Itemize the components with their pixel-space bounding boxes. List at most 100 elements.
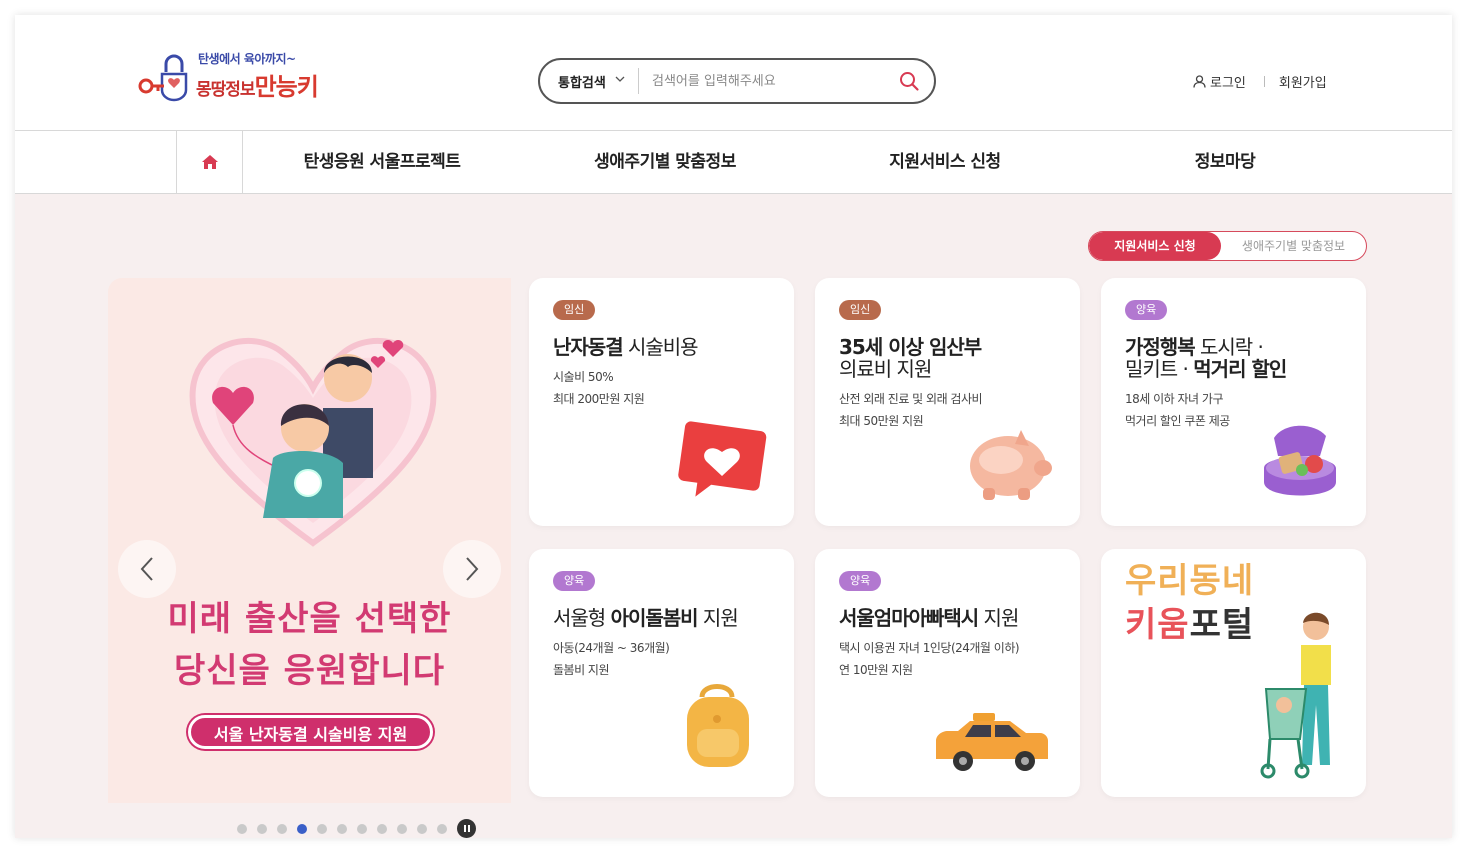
- logo-title: 몽땅정보만능키: [196, 67, 319, 102]
- card-title: 35세 이상 임산부 의료비 지원: [839, 336, 1069, 380]
- pagination-dot[interactable]: [317, 823, 327, 834]
- util-divider: [1263, 76, 1265, 87]
- site-header: 탄생에서 육아까지~ 몽땅정보만능키 통합검색 로그인 회원가입: [15, 15, 1452, 130]
- banner-next-button[interactable]: [443, 540, 501, 598]
- card-title: 서울형 아이돌봄비 지원: [553, 607, 783, 629]
- service-card-maternity-medical[interactable]: 임신 35세 이상 임산부 의료비 지원 산전 외래 진료 및 외래 검사비 최대…: [815, 278, 1080, 526]
- pause-bar: [467, 825, 470, 832]
- site-logo[interactable]: 탄생에서 육아까지~ 몽땅정보만능키: [138, 50, 338, 105]
- heart-speech-bubble-icon: [678, 421, 767, 497]
- nav-item-lifecycle-info[interactable]: 생애주기별 맞춤정보: [565, 131, 765, 193]
- user-utility-links: 로그인 회원가입: [1193, 72, 1327, 91]
- main-nav: 탄생응원 서울프로젝트 생애주기별 맞춤정보 지원서비스 신청 정보마당: [15, 130, 1452, 194]
- service-card-childcare[interactable]: 양육 서울형 아이돌봄비 지원 아동(24개월 ~ 36개월) 돌봄비 지원: [529, 549, 794, 797]
- pagination-dot[interactable]: [417, 823, 427, 834]
- page-frame: 탄생에서 육아까지~ 몽땅정보만능키 통합검색 로그인 회원가입: [15, 15, 1452, 838]
- family-heart-illustration: [189, 337, 437, 547]
- card-title-bold: 아이돌봄비: [610, 606, 699, 630]
- pagination-dot[interactable]: [437, 823, 447, 834]
- card-title-mid: 도시락 ·: [1194, 335, 1264, 359]
- card-title-rest: 시술비용: [622, 335, 699, 359]
- view-toggle: 지원서비스 신청 생애주기별 맞춤정보: [1088, 231, 1367, 261]
- card-desc-1: 시술비 50%: [553, 370, 614, 384]
- pagination-dot[interactable]: [257, 823, 267, 834]
- kiwoom-title-rest: 포털: [1189, 605, 1255, 645]
- chevron-down-icon[interactable]: [615, 74, 625, 84]
- card-desc-2: 연 10만원 지원: [839, 663, 913, 677]
- lunchbox-icon: [1264, 425, 1336, 496]
- toggle-service-apply[interactable]: 지원서비스 신청: [1089, 232, 1221, 260]
- card-desc-1: 18세 이하 자녀 가구: [1125, 392, 1224, 406]
- service-card-taxi[interactable]: 양육 서울엄마아빠택시 지원 택시 이용권 자녀 1인당(24개월 이하) 연 …: [815, 549, 1080, 797]
- logo-title-main: 몽땅정보: [196, 80, 256, 100]
- card-desc-1: 택시 이용권 자녀 1인당(24개월 이하): [839, 641, 1020, 655]
- card-title-rest: 지원: [978, 606, 1020, 630]
- category-badge: 양육: [553, 571, 596, 591]
- banner-headline-2: 당신을 응원합니다: [173, 651, 446, 691]
- banner-headline-1: 미래 출산을 선택한: [167, 599, 452, 639]
- category-badge: 임신: [839, 300, 882, 320]
- card-title-pre: 서울형: [553, 606, 611, 630]
- card-title-line2: 밀키트 ·: [1125, 357, 1194, 381]
- key-lock-icon: [138, 54, 188, 102]
- card-desc-2: 돌봄비 지원: [553, 663, 610, 677]
- nav-item-seoul-project[interactable]: 탄생응원 서울프로젝트: [277, 131, 487, 193]
- login-label: 로그인: [1210, 76, 1246, 91]
- card-desc-1: 산전 외래 진료 및 외래 검사비: [839, 392, 983, 406]
- login-link[interactable]: 로그인: [1193, 72, 1246, 91]
- pagination-dot[interactable]: [337, 823, 347, 834]
- search-icon[interactable]: [898, 70, 920, 92]
- category-badge: 임신: [553, 300, 596, 320]
- pause-bar: [463, 825, 466, 832]
- main-content: 지원서비스 신청 생애주기별 맞춤정보 미래 출산을 선택한 당신을 응원합니다…: [15, 194, 1452, 838]
- chevron-left-icon: [140, 557, 153, 581]
- kiwoom-portal-card[interactable]: 우리동네 키움포털: [1101, 549, 1366, 797]
- mother-stroller-illustration: [1260, 612, 1331, 779]
- card-desc-2: 최대 200만원 지원: [553, 392, 645, 406]
- card-title-bold: 난자동결: [553, 335, 624, 359]
- kiwoom-title-accent: 키움: [1125, 605, 1190, 645]
- search-category-select[interactable]: 통합검색: [558, 72, 606, 91]
- pagination-dot-active[interactable]: [297, 823, 307, 834]
- piggy-bank-icon: [970, 430, 1052, 500]
- backpack-icon: [687, 684, 749, 767]
- pagination-dot[interactable]: [277, 823, 287, 834]
- nav-item-service-apply[interactable]: 지원서비스 신청: [855, 131, 1035, 193]
- logo-subtitle: 탄생에서 육아까지~: [198, 52, 296, 66]
- chevron-right-icon: [466, 557, 479, 581]
- card-title: 가정행복 도시락 · 밀키트 · 먹거리 할인: [1125, 336, 1355, 380]
- card-title: 서울엄마아빠택시 지원: [839, 607, 1069, 629]
- banner-prev-button[interactable]: [118, 540, 176, 598]
- toggle-lifecycle-info[interactable]: 생애주기별 맞춤정보: [1221, 232, 1366, 260]
- nav-home-button[interactable]: [176, 131, 243, 193]
- card-desc-1: 아동(24개월 ~ 36개월): [553, 641, 670, 655]
- search-input[interactable]: [652, 69, 882, 93]
- service-card-meal-discount[interactable]: 양육 가정행복 도시락 · 밀키트 · 먹거리 할인 18세 이하 자녀 가구 먹…: [1101, 278, 1366, 526]
- nav-item-info-board[interactable]: 정보마당: [1155, 131, 1295, 193]
- category-badge: 양육: [1125, 300, 1168, 320]
- card-title-bold: 가정행복: [1125, 335, 1196, 359]
- search-bar: 통합검색: [538, 58, 936, 104]
- banner-pagination: [237, 819, 476, 838]
- card-title-rest: 의료비 지원: [839, 357, 932, 381]
- card-title: 난자동결 시술비용: [553, 336, 783, 358]
- card-title-bold: 35세 이상 임산부: [839, 335, 982, 359]
- home-icon: [201, 155, 218, 169]
- category-badge: 양육: [839, 571, 882, 591]
- pause-button[interactable]: [457, 819, 476, 838]
- pagination-dot[interactable]: [237, 823, 247, 834]
- pagination-dot[interactable]: [397, 823, 407, 834]
- user-icon: [1193, 75, 1206, 88]
- taxi-icon: [936, 713, 1048, 771]
- card-title-rest: 지원: [697, 606, 739, 630]
- promo-banner[interactable]: 미래 출산을 선택한 당신을 응원합니다 서울 난자동결 시술비용 지원: [108, 278, 511, 803]
- banner-cta[interactable]: 서울 난자동결 시술비용 지원: [188, 715, 433, 749]
- pagination-dot[interactable]: [357, 823, 367, 834]
- signup-link[interactable]: 회원가입: [1279, 72, 1327, 91]
- card-title-line2-bold: 먹거리 할인: [1193, 357, 1287, 381]
- kiwoom-portal-title: 우리동네 키움포털: [1125, 559, 1254, 647]
- card-title-bold: 서울엄마아빠택시: [839, 606, 979, 630]
- service-card-egg-freezing[interactable]: 임신 난자동결 시술비용 시술비 50% 최대 200만원 지원: [529, 278, 794, 526]
- pagination-dot[interactable]: [377, 823, 387, 834]
- kiwoom-title-line1: 우리동네: [1125, 561, 1255, 601]
